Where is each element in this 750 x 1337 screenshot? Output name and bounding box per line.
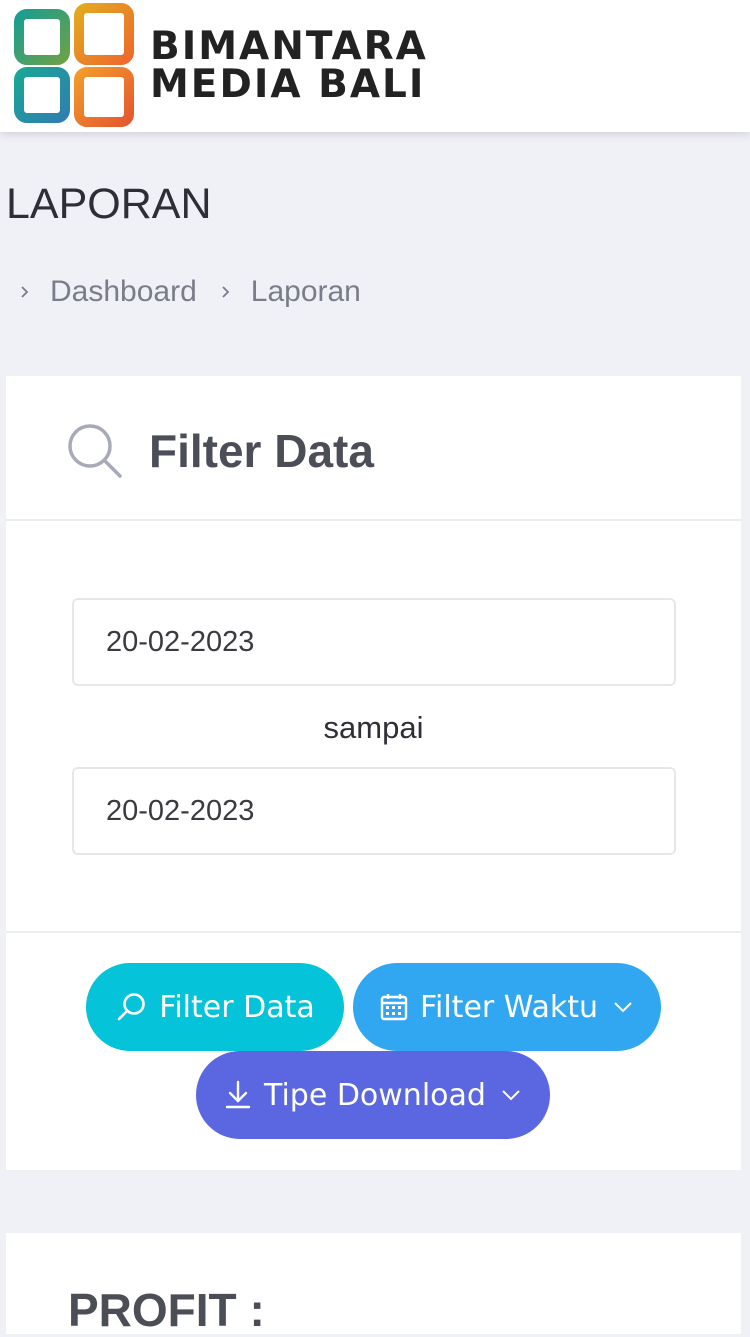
filter-data-button-label: Filter Data — [159, 989, 315, 1025]
tipe-download-button[interactable]: Tipe Download — [196, 1051, 550, 1139]
chevron-down-icon — [614, 1002, 632, 1013]
breadcrumb-item-dashboard[interactable]: Dashboard — [16, 275, 197, 309]
filter-waktu-button[interactable]: Filter Waktu — [353, 963, 661, 1051]
chevron-right-icon — [21, 286, 29, 298]
breadcrumb: Dashboard Laporan — [16, 272, 381, 312]
date-from-input[interactable]: 20-02-2023 — [72, 598, 676, 686]
card-divider — [6, 931, 741, 933]
date-to-input[interactable]: 20-02-2023 — [72, 767, 676, 855]
profit-card: PROFIT : — [6, 1233, 741, 1336]
brand-name-line2: MEDIA BALI — [150, 62, 426, 107]
calendar-icon — [380, 994, 408, 1021]
chevron-down-icon — [502, 1090, 520, 1101]
filter-card-title: Filter Data — [149, 425, 374, 477]
profit-label: PROFIT : — [68, 1284, 265, 1336]
breadcrumb-item-laporan: Laporan — [217, 275, 361, 309]
filter-data-button[interactable]: Filter Data — [86, 963, 344, 1051]
filter-waktu-button-label: Filter Waktu — [419, 989, 599, 1025]
breadcrumb-label: Laporan — [250, 275, 361, 308]
app-header: BIMANTARA MEDIA BALI — [0, 0, 750, 132]
search-icon — [68, 424, 122, 478]
tipe-download-button-label: Tipe Download — [264, 1077, 486, 1113]
page-title: LAPORAN — [6, 180, 212, 228]
search-icon — [117, 993, 146, 1021]
date-range-separator: sampai — [323, 710, 424, 745]
chevron-right-icon — [222, 286, 230, 298]
download-icon — [225, 1080, 251, 1109]
filter-card: Filter Data 20-02-2023 sampai 20-02-2023… — [6, 376, 741, 1170]
breadcrumb-label[interactable]: Dashboard — [50, 275, 197, 309]
brand-logo-icon[interactable] — [12, 2, 136, 128]
filter-card-header: Filter Data — [6, 376, 741, 521]
